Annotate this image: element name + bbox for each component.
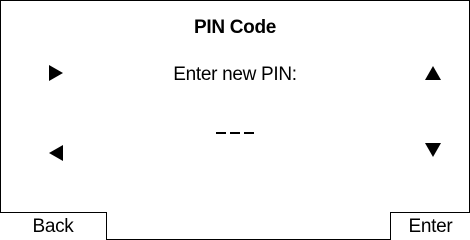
arrow-up-icon[interactable] [425,66,441,80]
pin-digit-slot [216,132,226,134]
pin-entry-field[interactable] [216,132,254,134]
pin-prompt-label: Enter new PIN: [173,64,297,85]
pin-digit-slot [244,132,254,134]
arrow-left-icon[interactable] [49,145,63,161]
arrow-down-icon[interactable] [425,143,441,157]
back-button[interactable]: Back [0,212,107,240]
pin-digit-slot [230,132,240,134]
pin-code-screen: PIN Code Enter new PIN: [0,0,470,240]
enter-button[interactable]: Enter [390,212,470,240]
page-title: PIN Code [193,17,277,38]
